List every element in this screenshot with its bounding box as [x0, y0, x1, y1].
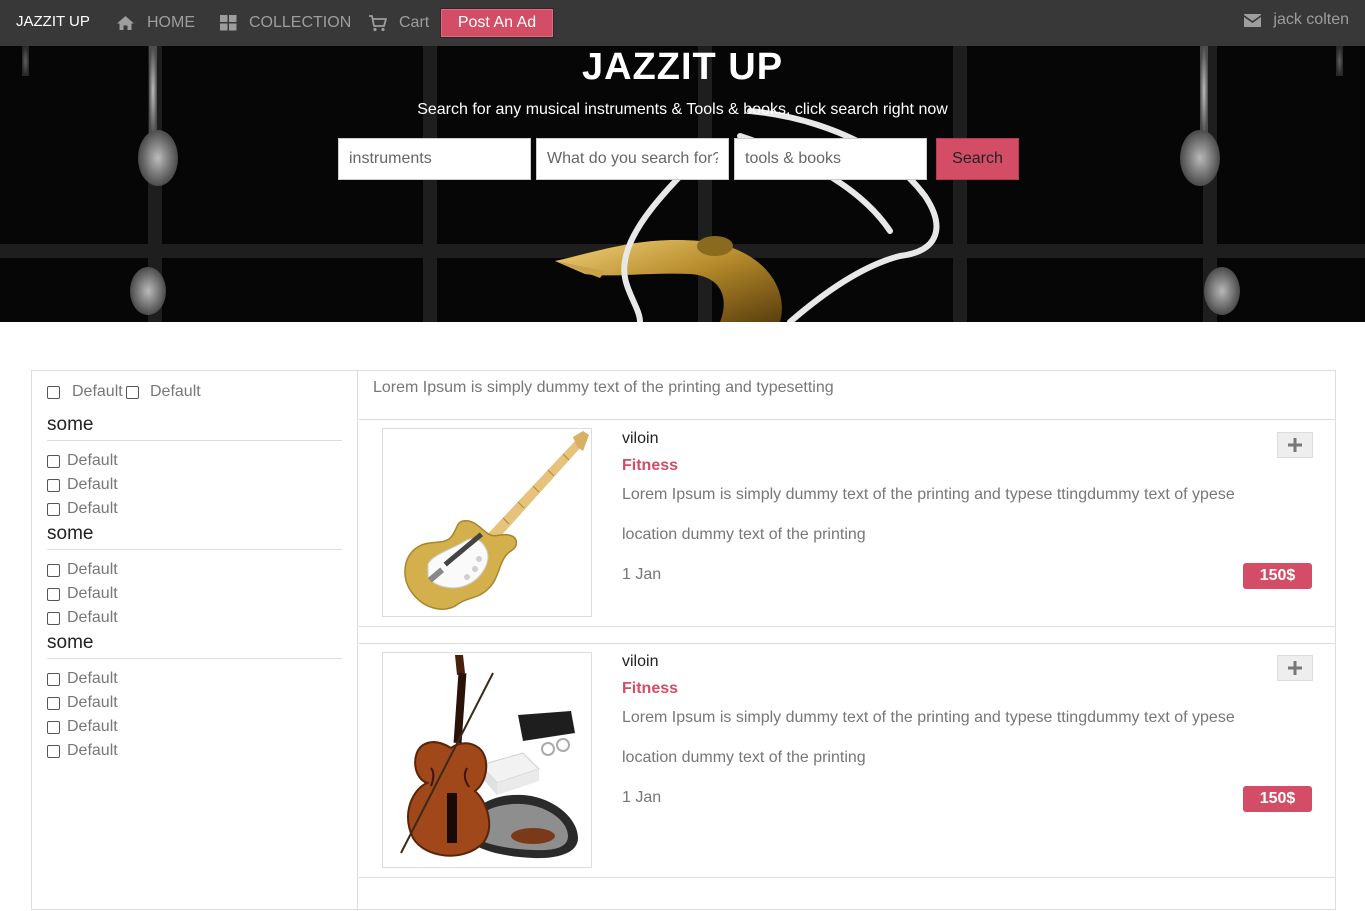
- search-query-input[interactable]: [536, 138, 729, 180]
- filter-option-label: Default: [67, 500, 118, 517]
- nav-home-label: HOME: [147, 14, 195, 31]
- filter-option-label: Default: [67, 718, 118, 735]
- filter-checkbox[interactable]: [47, 611, 60, 625]
- plus-icon: [1288, 661, 1302, 675]
- hero-banner: JAZZIT UP Search for any musical instrum…: [0, 46, 1365, 322]
- nav-home[interactable]: HOME: [116, 12, 195, 34]
- filter-option[interactable]: Default: [126, 383, 201, 401]
- filter-option-label: Default: [67, 452, 118, 469]
- top-navbar: JAZZIT UP HOME COLLECTION Cart Post An A…: [0, 0, 1365, 46]
- filter-option[interactable]: Default: [47, 585, 118, 603]
- plus-icon: [1288, 438, 1302, 452]
- nav-collection-label: COLLECTION: [249, 14, 352, 31]
- price-badge: 150$: [1243, 786, 1312, 812]
- filter-section-title: some: [47, 632, 342, 659]
- filter-option[interactable]: Default: [47, 500, 118, 518]
- filter-checkbox[interactable]: [47, 478, 60, 492]
- listings-panel: Lorem Ipsum is simply dummy text of the …: [359, 371, 1335, 911]
- hero-subtitle: Search for any musical instruments & Too…: [417, 101, 948, 118]
- filter-checkbox[interactable]: [47, 563, 60, 577]
- listing-title[interactable]: viloin: [622, 653, 658, 671]
- tools-books-input[interactable]: [734, 138, 927, 180]
- listing-date: 1 Jan: [622, 789, 662, 806]
- filter-section-title: some: [47, 414, 342, 441]
- price-badge: 150$: [1243, 563, 1312, 589]
- filter-option-label: Default: [67, 476, 118, 493]
- add-to-cart-button[interactable]: [1277, 655, 1313, 681]
- listing-card[interactable]: viloin Fitness Lorem Ipsum is simply dum…: [359, 643, 1335, 878]
- search-button[interactable]: Search: [936, 138, 1019, 180]
- nav-cart-label: Cart: [399, 14, 430, 31]
- filter-checkbox[interactable]: [47, 744, 60, 758]
- category-input[interactable]: [338, 138, 531, 180]
- filter-checkbox[interactable]: [47, 385, 60, 399]
- divider: [359, 643, 1335, 644]
- listing-category[interactable]: Fitness: [622, 680, 678, 698]
- listing-category[interactable]: Fitness: [622, 457, 678, 475]
- filter-checkbox[interactable]: [47, 454, 60, 468]
- add-to-cart-button[interactable]: [1277, 432, 1313, 458]
- filter-option[interactable]: Default: [47, 670, 118, 688]
- listing-image[interactable]: [382, 652, 592, 868]
- post-ad-button[interactable]: Post An Ad: [441, 9, 553, 37]
- home-icon: [117, 16, 134, 30]
- grid-icon: [220, 15, 237, 31]
- filter-option-label: Default: [67, 561, 118, 578]
- listing-date: 1 Jan: [622, 566, 662, 583]
- filter-option[interactable]: Default: [47, 476, 118, 494]
- filter-checkbox[interactable]: [47, 696, 60, 710]
- filter-option-label: Default: [150, 383, 201, 400]
- content-container: Default Default some Default Default Def…: [31, 370, 1336, 911]
- listing-location: location dummy text of the printing: [622, 526, 866, 543]
- nav-cart[interactable]: Cart: [368, 12, 429, 34]
- filter-option-label: Default: [67, 670, 118, 687]
- user-name: jack colten: [1273, 11, 1349, 28]
- listing-title[interactable]: viloin: [622, 430, 658, 448]
- user-menu[interactable]: jack colten: [1244, 11, 1349, 29]
- filter-option[interactable]: Default: [47, 694, 118, 712]
- filter-option[interactable]: Default: [47, 452, 118, 470]
- listing-card[interactable]: viloin Fitness Lorem Ipsum is simply dum…: [359, 420, 1335, 627]
- brand-link[interactable]: JAZZIT UP: [16, 13, 90, 30]
- nav-collection[interactable]: COLLECTION: [220, 12, 351, 34]
- filter-checkbox[interactable]: [126, 385, 139, 399]
- filter-option-label: Default: [67, 585, 118, 602]
- filter-option-label: Default: [72, 383, 123, 400]
- hero-title: JAZZIT UP: [581, 46, 784, 88]
- filter-option-label: Default: [67, 609, 118, 626]
- filter-checkbox[interactable]: [47, 672, 60, 686]
- electric-guitar-image: [383, 429, 591, 616]
- cart-icon: [369, 14, 387, 31]
- listing-description: Lorem Ipsum is simply dummy text of the …: [622, 709, 1235, 726]
- filter-checkbox[interactable]: [47, 720, 60, 734]
- filter-sidebar: Default Default some Default Default Def…: [32, 371, 358, 911]
- filter-section-title: some: [47, 523, 342, 550]
- filter-option[interactable]: Default: [47, 383, 123, 401]
- filter-option[interactable]: Default: [47, 561, 118, 579]
- listing-location: location dummy text of the printing: [622, 749, 866, 766]
- filter-option[interactable]: Default: [47, 609, 118, 627]
- filter-checkbox[interactable]: [47, 587, 60, 601]
- filter-option-label: Default: [67, 742, 118, 759]
- envelope-icon: [1244, 13, 1262, 27]
- filter-option-label: Default: [67, 694, 118, 711]
- listing-description: Lorem Ipsum is simply dummy text of the …: [622, 486, 1235, 503]
- listings-intro: Lorem Ipsum is simply dummy text of the …: [373, 379, 834, 396]
- filter-option[interactable]: Default: [47, 718, 118, 736]
- violin-kit-image: [383, 653, 591, 867]
- filter-option[interactable]: Default: [47, 742, 118, 760]
- filter-checkbox[interactable]: [47, 502, 60, 516]
- listing-image[interactable]: [382, 428, 592, 617]
